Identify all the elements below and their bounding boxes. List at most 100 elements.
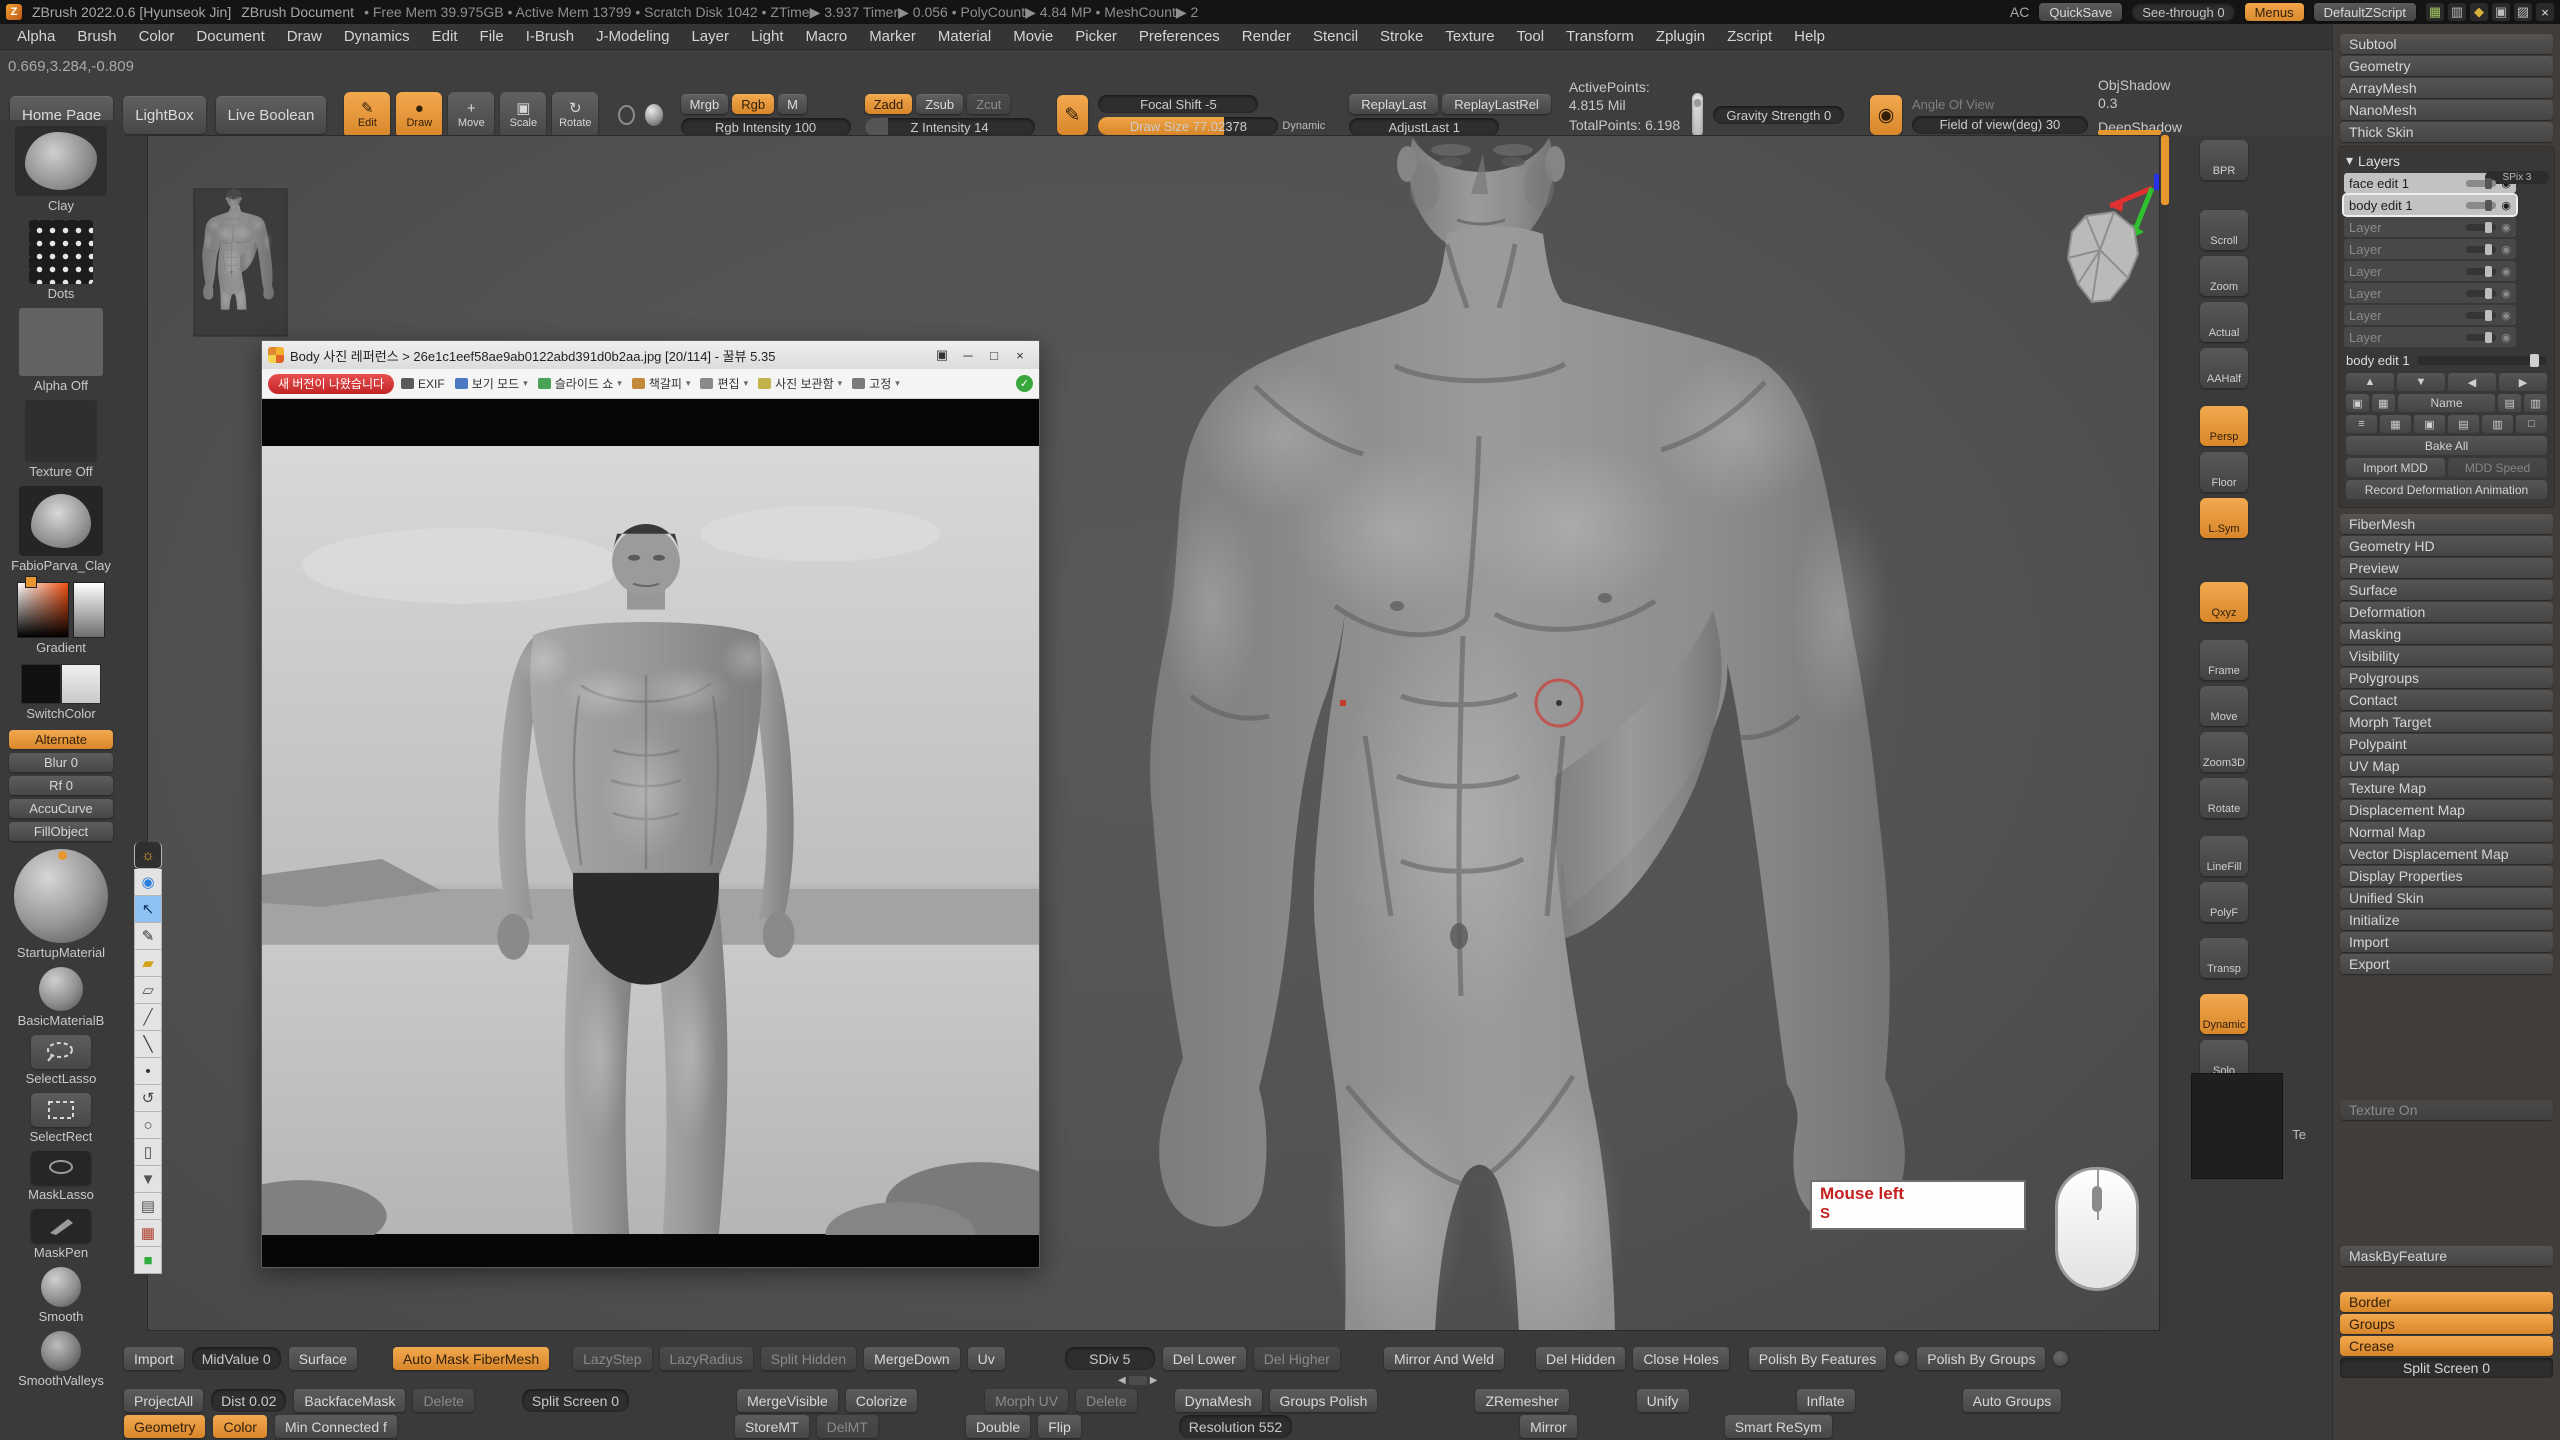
current-brush-thumbnail[interactable] xyxy=(15,126,107,196)
draw-size-slider[interactable]: Draw Size 77.02378 xyxy=(1098,117,1278,135)
layer-row[interactable]: Layer ◉ xyxy=(2344,261,2516,281)
saturation-value-square[interactable] xyxy=(17,582,69,638)
crease-button[interactable]: Crease xyxy=(2340,1336,2553,1356)
nanomesh-section[interactable]: NanoMesh xyxy=(2340,100,2553,120)
minimize-button[interactable]: ─ xyxy=(955,345,981,365)
layer-mode-4[interactable]: ▤ xyxy=(2448,415,2479,433)
preview-section[interactable]: Preview xyxy=(2340,558,2553,578)
sdiv-stepper[interactable]: ◀▶ xyxy=(1118,1375,1157,1386)
smooth-valleys-thumbnail[interactable] xyxy=(41,1331,81,1371)
lsym-button[interactable]: L.Sym xyxy=(2200,498,2248,538)
fibermesh-section[interactable]: FiberMesh xyxy=(2340,514,2553,534)
deformation-section[interactable]: Deformation xyxy=(2340,602,2553,622)
polish-by-features-slider[interactable]: Polish By Features xyxy=(1749,1347,1887,1370)
menu-item[interactable]: Material xyxy=(927,24,1002,50)
mrgb-button[interactable]: Mrgb xyxy=(681,94,729,114)
palette-icon[interactable]: ▦ xyxy=(134,1220,162,1247)
layer-duplicate-button[interactable]: ▦ xyxy=(2372,394,2395,412)
morphtarget-section[interactable]: Morph Target xyxy=(2340,712,2553,732)
focal-shift-slider[interactable]: Focal Shift -5 xyxy=(1098,95,1258,113)
replay-last-button[interactable]: ReplayLast xyxy=(1349,94,1438,114)
dist-slider[interactable]: Dist 0.02 xyxy=(211,1389,286,1412)
normalmap-section[interactable]: Normal Map xyxy=(2340,822,2553,842)
photo-content[interactable] xyxy=(262,399,1039,1267)
polyf-button[interactable]: PolyF xyxy=(2200,882,2248,922)
current-material-thumbnail[interactable] xyxy=(19,486,103,556)
mask-pen-icon[interactable] xyxy=(31,1209,91,1243)
new-version-button[interactable]: 새 버전이 나왔습니다 xyxy=(268,374,394,394)
view-mode-button[interactable]: 보기 모드 ▾ xyxy=(455,375,528,392)
import-button[interactable]: Import xyxy=(124,1347,184,1370)
visibility-section[interactable]: Visibility xyxy=(2340,646,2553,666)
highlighter-icon[interactable]: ▰ xyxy=(134,950,162,977)
geometryhd-section[interactable]: Geometry HD xyxy=(2340,536,2553,556)
lazyradius-slider[interactable]: LazyRadius xyxy=(660,1347,753,1370)
close-icon[interactable]: × xyxy=(2536,3,2554,21)
vdm-section[interactable]: Vector Displacement Map xyxy=(2340,844,2553,864)
menu-item[interactable]: Texture xyxy=(1434,24,1505,50)
layer-down-button[interactable]: ▼ xyxy=(2397,373,2445,391)
split-screen-bottom-slider[interactable]: Split Screen 0 xyxy=(522,1389,629,1412)
layer-delete-button[interactable]: ▥ xyxy=(2524,394,2547,412)
groups-button[interactable]: Groups xyxy=(2340,1314,2553,1334)
subtool-section[interactable]: Subtool xyxy=(2340,34,2553,54)
layers-header[interactable]: ▾ Layers xyxy=(2342,150,2551,171)
grid-icon[interactable]: ▦ xyxy=(2426,3,2444,21)
resolution-slider[interactable]: Resolution 552 xyxy=(1179,1415,1292,1438)
menu-item[interactable]: I-Brush xyxy=(515,24,585,50)
stamp-icon[interactable]: ▼ xyxy=(134,1166,162,1193)
storemt-button[interactable]: StoreMT xyxy=(735,1415,809,1438)
arraymesh-section[interactable]: ArrayMesh xyxy=(2340,78,2553,98)
edit-mode-button[interactable]: ✎ Edit xyxy=(344,92,390,138)
swatch-green-icon[interactable]: ■ xyxy=(134,1247,162,1274)
pencil-icon[interactable]: ╲ xyxy=(134,1031,162,1058)
zoom-button[interactable]: Zoom xyxy=(2200,256,2248,296)
mdd-speed-slider[interactable]: MDD Speed xyxy=(2448,458,2547,477)
mirror-button[interactable]: Mirror xyxy=(1520,1415,1577,1438)
menu-item[interactable]: Layer xyxy=(680,24,740,50)
menu-item[interactable]: Preferences xyxy=(1128,24,1231,50)
frame-button[interactable]: Frame xyxy=(2200,640,2248,680)
persp-button[interactable]: Persp xyxy=(2200,406,2248,446)
layer-row[interactable]: Layer ◉ xyxy=(2344,327,2516,347)
pen-icon[interactable]: ✎ xyxy=(134,923,162,950)
flip-button[interactable]: Flip xyxy=(1038,1415,1081,1438)
menu-item[interactable]: Draw xyxy=(276,24,333,50)
scale-mode-button[interactable]: ▣ Scale xyxy=(500,92,546,138)
menu-item[interactable]: Macro xyxy=(795,24,859,50)
canvas-vertical-scrollbar[interactable] xyxy=(2161,135,2169,1331)
folder-icon[interactable]: ▨ xyxy=(2514,3,2532,21)
current-alpha-thumbnail[interactable] xyxy=(19,308,103,376)
trash-icon[interactable]: ▯ xyxy=(134,1139,162,1166)
groups-polish-button[interactable]: Groups Polish xyxy=(1270,1389,1378,1412)
adjust-last-slider[interactable]: AdjustLast 1 xyxy=(1349,118,1499,136)
unifiedskin-section[interactable]: Unified Skin xyxy=(2340,888,2553,908)
live-boolean-button[interactable]: Live Boolean xyxy=(216,96,327,134)
move-mode-button[interactable]: + Move xyxy=(448,92,494,138)
layer-prev-button[interactable]: ◀ xyxy=(2448,373,2496,391)
move-nav-button[interactable]: Move xyxy=(2200,686,2248,726)
layer-name-button[interactable]: Name xyxy=(2398,394,2496,412)
record-deformation-button[interactable]: Record Deformation Animation xyxy=(2346,480,2547,499)
menu-item[interactable]: Marker xyxy=(858,24,927,50)
material-sphere-icon[interactable] xyxy=(645,104,663,126)
obj-shadow-slider[interactable]: ObjShadow 0.3 xyxy=(2098,76,2182,112)
menu-item[interactable]: Brush xyxy=(66,24,127,50)
layer-row[interactable]: Layer ◉ xyxy=(2344,239,2516,259)
menu-item[interactable]: J-Modeling xyxy=(585,24,680,50)
layer-visibility-icon[interactable]: ◉ xyxy=(2501,243,2511,256)
surface-button[interactable]: Surface xyxy=(289,1347,357,1370)
alternate-button[interactable]: Alternate xyxy=(9,730,113,749)
delete-uv-button[interactable]: Delete xyxy=(1076,1389,1136,1412)
polish-features-toggle[interactable] xyxy=(1894,1351,1909,1366)
replay-last-rel-button[interactable]: ReplayLastRel xyxy=(1442,94,1551,114)
menu-item[interactable]: Edit xyxy=(421,24,469,50)
layer-intensity-slider[interactable] xyxy=(2466,312,2496,319)
current-stroke-thumbnail[interactable] xyxy=(29,220,93,284)
layer-row[interactable]: Layer ◉ xyxy=(2344,217,2516,237)
layer-intensity-slider[interactable] xyxy=(2466,224,2496,231)
maskbyfeature-button[interactable]: MaskByFeature xyxy=(2340,1246,2553,1266)
layer-mode-1[interactable]: ≡ xyxy=(2346,415,2377,433)
zremesher-button[interactable]: ZRemesher xyxy=(1475,1389,1568,1412)
menu-item[interactable]: Zscript xyxy=(1716,24,1783,50)
